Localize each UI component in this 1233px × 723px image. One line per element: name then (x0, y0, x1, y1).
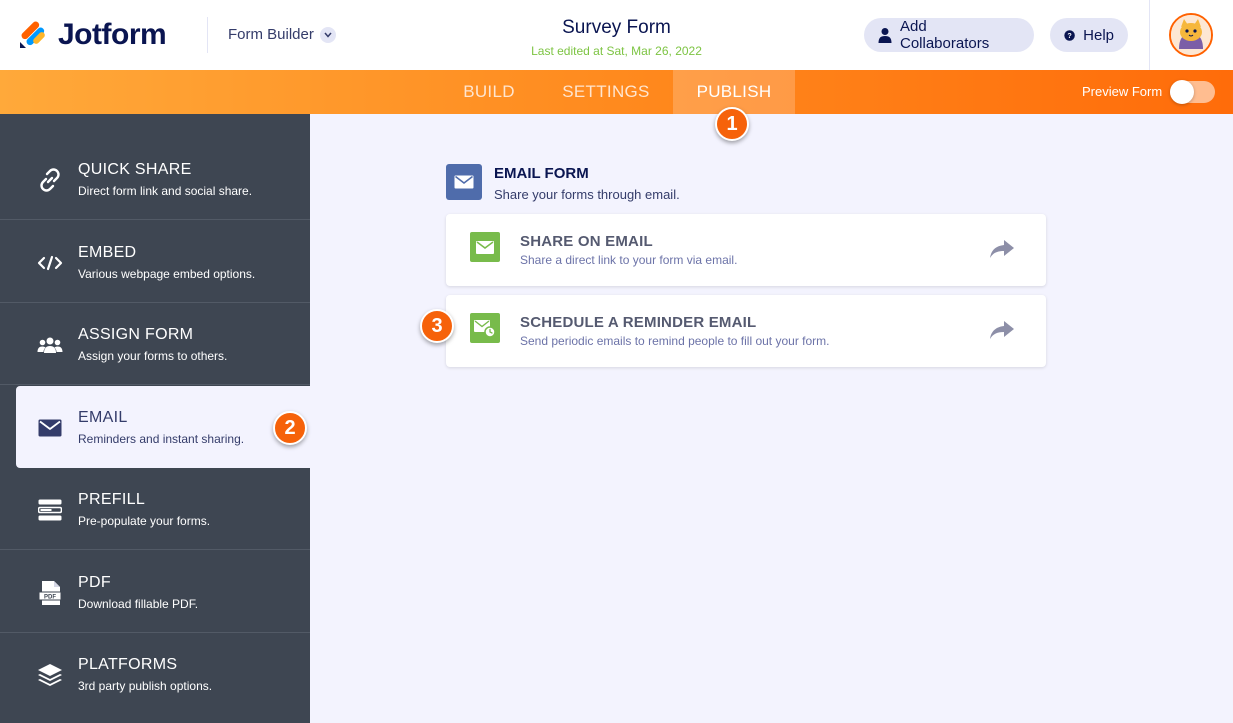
prefill-icon (36, 496, 64, 524)
user-icon (878, 28, 892, 43)
sidebar-item-title: QUICK SHARE (78, 161, 192, 178)
sidebar-item-desc: Direct form link and social share. (78, 184, 253, 198)
preview-form-label: Preview Form (1082, 84, 1163, 99)
divider (1149, 0, 1150, 70)
sidebar-item-title: PDF (78, 574, 111, 591)
form-title: Survey Form (562, 17, 671, 38)
step-badge-3: 3 (420, 309, 454, 343)
email-form-icon (446, 164, 482, 200)
section-desc: Share your forms through email. (494, 187, 680, 202)
envelope-icon (470, 232, 500, 262)
sidebar-item-title: ASSIGN FORM (78, 326, 194, 343)
card-title: SHARE ON EMAIL (520, 233, 653, 250)
sidebar-item-email[interactable]: EMAIL Reminders and instant sharing. (16, 386, 310, 468)
section-title: EMAIL FORM (494, 165, 589, 182)
sidebar-item-desc: Download fillable PDF. (78, 597, 199, 611)
sidebar-item-title: EMAIL (78, 409, 128, 426)
envelope-icon (36, 414, 64, 442)
envelope-clock-icon (470, 313, 500, 343)
add-collaborators-button[interactable]: Add Collaborators (864, 18, 1034, 52)
sidebar-item-desc: Reminders and instant sharing. (78, 432, 245, 446)
card-title: SCHEDULE A REMINDER EMAIL (520, 314, 757, 331)
preview-form-toggle[interactable] (1170, 80, 1215, 104)
sidebar-item-desc: 3rd party publish options. (78, 679, 213, 693)
cat-avatar-icon (1171, 15, 1211, 55)
publish-nav-bar: BUILD SETTINGS PUBLISH Preview Form (0, 70, 1233, 114)
sidebar-item-desc: Various webpage embed options. (78, 267, 256, 281)
code-icon (36, 249, 64, 277)
add-collaborators-label: Add Collaborators (899, 18, 990, 52)
help-button[interactable]: ? Help (1050, 18, 1128, 52)
header: Jotform Form Builder Survey Form Last ed… (0, 0, 1233, 70)
step-badge-1: 1 (715, 107, 749, 141)
layers-icon (36, 661, 64, 689)
sidebar-item-title: PREFILL (78, 491, 146, 508)
link-icon (36, 166, 64, 194)
sidebar-item-desc: Pre-populate your forms. (78, 514, 211, 528)
publish-sidebar: QUICK SHARE Direct form link and social … (0, 114, 310, 723)
card-desc: Share a direct link to your form via ema… (520, 253, 738, 267)
toggle-knob (1170, 80, 1194, 104)
help-icon: ? (1064, 29, 1075, 41)
users-icon (36, 331, 64, 359)
pdf-icon: PDF (36, 579, 64, 607)
last-edited-text: Last edited at Sat, Mar 26, 2022 (531, 44, 702, 58)
share-arrow-icon (990, 240, 1014, 263)
sidebar-item-desc: Assign your forms to others. (78, 349, 228, 363)
svg-text:PDF: PDF (44, 595, 56, 601)
share-on-email-card[interactable]: SHARE ON EMAIL Share a direct link to yo… (446, 214, 1046, 286)
share-arrow-icon (990, 321, 1014, 344)
tab-settings[interactable]: SETTINGS (548, 70, 664, 114)
help-label: Help (1083, 26, 1114, 44)
tab-build[interactable]: BUILD (450, 70, 528, 114)
sidebar-item-platforms[interactable]: PLATFORMS 3rd party publish options. (0, 633, 310, 715)
svg-text:?: ? (1067, 31, 1071, 40)
schedule-reminder-email-card[interactable]: SCHEDULE A REMINDER EMAIL Send periodic … (446, 295, 1046, 367)
step-badge-2: 2 (273, 411, 307, 445)
sidebar-item-pdf[interactable]: PDF PDF Download fillable PDF. (0, 551, 310, 633)
sidebar-item-title: PLATFORMS (78, 656, 178, 673)
sidebar-item-prefill[interactable]: PREFILL Pre-populate your forms. (0, 468, 310, 550)
avatar[interactable] (1169, 13, 1213, 57)
sidebar-item-assign-form[interactable]: ASSIGN FORM Assign your forms to others. (0, 303, 310, 385)
sidebar-item-title: EMBED (78, 244, 137, 261)
sidebar-item-quick-share[interactable]: QUICK SHARE Direct form link and social … (0, 138, 310, 220)
sidebar-item-embed[interactable]: EMBED Various webpage embed options. (0, 221, 310, 303)
card-desc: Send periodic emails to remind people to… (520, 334, 830, 348)
